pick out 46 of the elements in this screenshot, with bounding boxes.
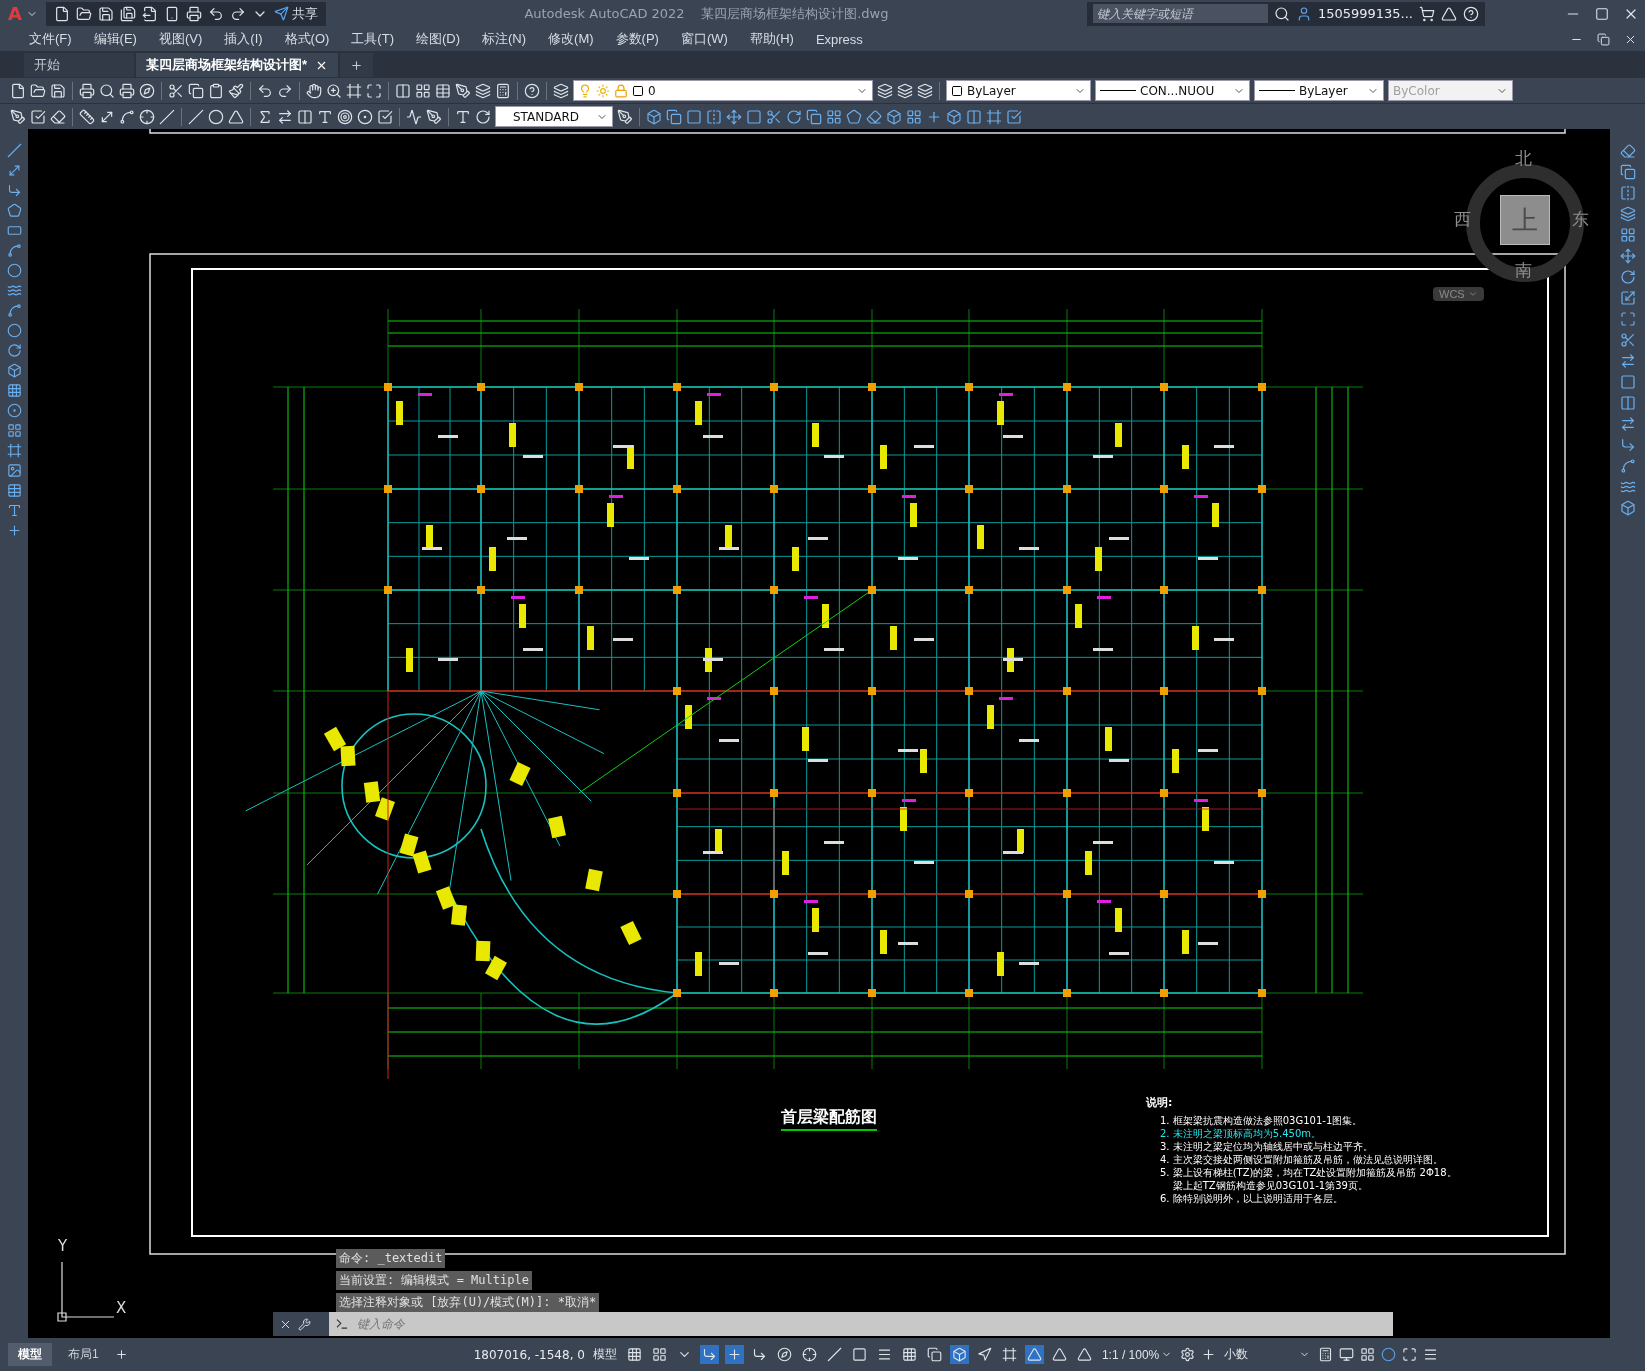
command-line-field[interactable]: 键入命令 xyxy=(353,1312,1393,1336)
note-line: 6. 除特别说明外，以上说明适用于各层。 xyxy=(1159,1193,1344,1205)
note-line: 5. 梁上设有梯柱(TZ)的梁，均在TZ处设置附加箍筋及吊筋 2Φ18。 xyxy=(1159,1167,1457,1179)
layer-dropdown[interactable]: 0 xyxy=(573,80,873,101)
menu-item[interactable]: 参数(P) xyxy=(604,30,670,48)
window-title: Autodesk AutoCAD 2022 某四层商场框架结构设计图.dwg xyxy=(523,4,890,23)
menu-item[interactable]: 格式(O) xyxy=(273,30,341,48)
viewcube-north[interactable]: 北 xyxy=(1515,147,1532,170)
note-line: 3. 未注明之梁定位均为轴线居中或与柱边平齐。 xyxy=(1159,1141,1374,1153)
coordinates-readout: 1807016, -1548, 0 xyxy=(473,1347,585,1362)
note-line: 4. 主次梁交接处两侧设置附加箍筋及吊筋，做法见总说明详图。 xyxy=(1159,1154,1444,1166)
user-name[interactable]: 1505999135... xyxy=(1317,6,1413,21)
ucs-y-label: Y xyxy=(58,1237,68,1255)
viewcube-east[interactable]: 东 xyxy=(1572,208,1589,231)
units-dropdown[interactable]: 小数 xyxy=(1222,1344,1313,1365)
notes-heading: 说明: xyxy=(1146,1095,1174,1110)
viewcube-south[interactable]: 南 xyxy=(1515,259,1532,282)
menu-item[interactable]: 修改(M) xyxy=(537,30,605,48)
menu-item[interactable]: 编辑(E) xyxy=(82,30,148,48)
note-line: 1. 框架梁抗震构造做法参照03G101-1图集。 xyxy=(1159,1115,1364,1127)
linetype-dropdown[interactable]: CON...NUOU xyxy=(1095,80,1250,101)
menu-item[interactable]: 帮助(H) xyxy=(738,30,805,48)
menu-item[interactable]: Express xyxy=(804,31,874,47)
lineweight-dropdown[interactable]: ByLayer xyxy=(1254,80,1384,101)
menu-item[interactable]: 插入(I) xyxy=(213,30,274,48)
ucs-x-label: X xyxy=(116,1299,127,1317)
color-dropdown[interactable]: ByLayer xyxy=(946,80,1091,101)
file-tab[interactable]: 开始 xyxy=(24,53,134,77)
share-button[interactable]: 共享 xyxy=(273,4,318,23)
menu-item[interactable]: 视图(V) xyxy=(147,30,214,48)
menu-item[interactable]: 绘图(D) xyxy=(404,30,471,48)
layout-tab[interactable]: 模型 xyxy=(8,1343,52,1366)
viewcube-west[interactable]: 西 xyxy=(1454,208,1471,231)
search-field[interactable]: 键入关键字或短语 xyxy=(1092,4,1268,23)
layout-tab[interactable]: 布局1 xyxy=(58,1343,109,1366)
note-line: 2. 未注明之梁顶标高均为5.450m。 xyxy=(1159,1128,1323,1140)
drawing-title: 首层梁配筋图 xyxy=(781,1107,877,1131)
text-style-dropdown[interactable]: STANDARD xyxy=(495,106,613,127)
model-space-button[interactable]: 模型 xyxy=(590,1344,619,1365)
menu-item[interactable]: 标注(N) xyxy=(471,30,538,48)
note-line: 梁上起TZ钢筋构造参见03G101-1第39页。 xyxy=(1171,1180,1369,1192)
menu-item[interactable]: 文件(F) xyxy=(18,30,83,48)
file-tab[interactable]: 某四层商场框架结构设计图* xyxy=(136,53,339,77)
annotation-scale-button[interactable]: 1:1 / 100% xyxy=(1099,1345,1175,1364)
menu-item[interactable]: 工具(T) xyxy=(340,30,405,48)
menu-item[interactable]: 窗口(W) xyxy=(669,30,739,48)
